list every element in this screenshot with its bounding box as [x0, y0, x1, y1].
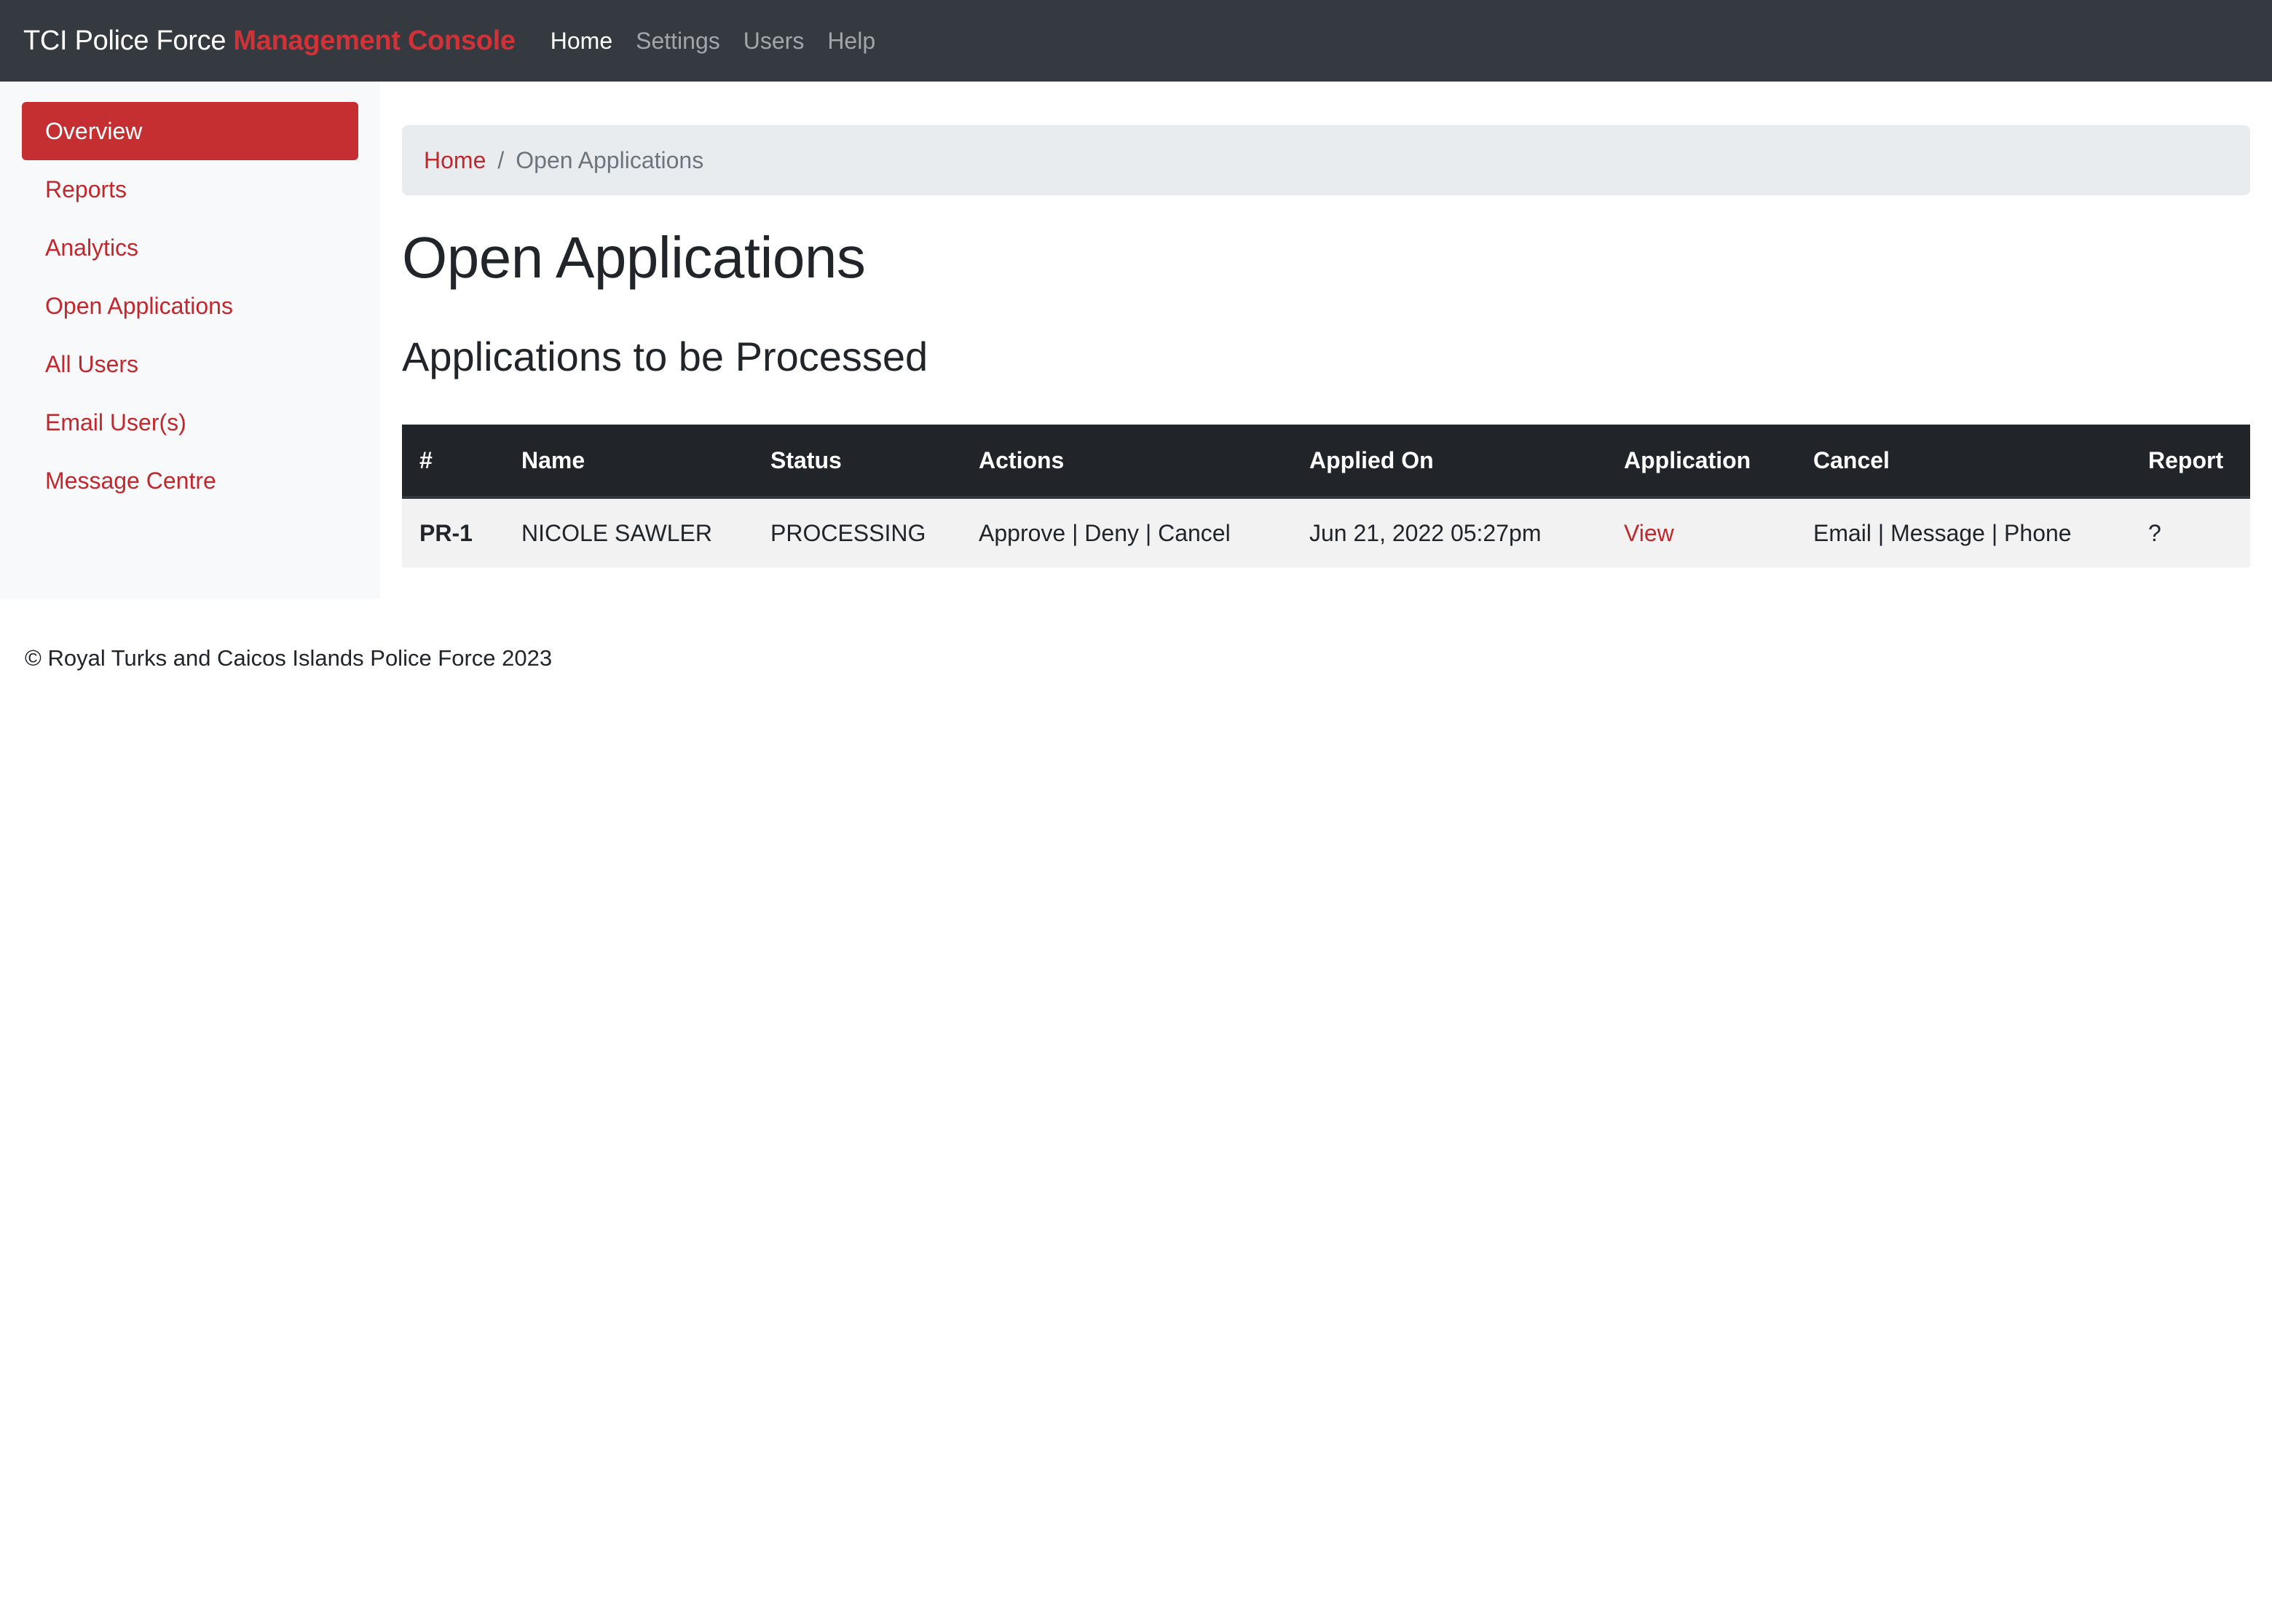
sidebar-item-open-applications[interactable]: Open Applications [22, 277, 358, 335]
sidebar-item-overview[interactable]: Overview [22, 102, 358, 160]
page-title: Open Applications [402, 225, 866, 290]
brand[interactable]: TCI Police Force Management Console [23, 25, 516, 57]
column-header-applied-on: Applied On [1292, 425, 1606, 500]
sidebar: Overview Reports Analytics Open Applicat… [0, 82, 380, 599]
cell-actions[interactable]: Approve | Deny | Cancel [961, 497, 1292, 568]
top-navbar: TCI Police Force Management Console Home… [0, 0, 2272, 82]
breadcrumb: Home / Open Applications [402, 125, 2250, 195]
brand-main: TCI Police Force [23, 25, 234, 56]
cell-name: NICOLE SAWLER [504, 497, 753, 568]
section-title: Applications to be Processed [402, 334, 928, 379]
sidebar-item-email-users[interactable]: Email User(s) [22, 393, 358, 452]
table-header-row: # Name Status Actions Applied On Applica… [402, 425, 2250, 500]
cell-applied-on: Jun 21, 2022 05:27pm [1292, 497, 1606, 568]
column-header-report: Report [2131, 425, 2250, 500]
brand-accent: Management Console [233, 25, 516, 56]
column-header-actions: Actions [961, 425, 1292, 500]
cell-report[interactable]: ? [2131, 497, 2250, 568]
view-application-link[interactable]: View [1624, 520, 1674, 546]
column-header-number: # [402, 425, 504, 500]
column-header-cancel: Cancel [1796, 425, 2131, 500]
footer: © Royal Turks and Caicos Islands Police … [25, 645, 553, 671]
breadcrumb-separator: / [497, 146, 505, 173]
table-row: PR-1 NICOLE SAWLER PROCESSING Approve | … [402, 497, 2250, 568]
nav-settings[interactable]: Settings [636, 28, 720, 55]
sidebar-item-reports[interactable]: Reports [22, 160, 358, 218]
cell-status: PROCESSING [753, 497, 961, 568]
sidebar-item-message-centre[interactable]: Message Centre [22, 452, 358, 510]
column-header-application: Application [1606, 425, 1796, 500]
column-header-name: Name [504, 425, 753, 500]
nav-users[interactable]: Users [743, 28, 805, 55]
applications-table: # Name Status Actions Applied On Applica… [402, 425, 2250, 568]
nav-home[interactable]: Home [551, 28, 612, 55]
breadcrumb-home-link[interactable]: Home [424, 147, 486, 174]
cell-application: View [1606, 497, 1796, 568]
column-header-status: Status [753, 425, 961, 500]
sidebar-item-all-users[interactable]: All Users [22, 335, 358, 393]
cell-id: PR-1 [402, 497, 504, 568]
breadcrumb-current: Open Applications [516, 146, 704, 173]
main-content: Home / Open Applications Open Applicatio… [402, 82, 2250, 568]
sidebar-item-analytics[interactable]: Analytics [22, 218, 358, 277]
nav-help[interactable]: Help [827, 28, 875, 55]
cell-cancel[interactable]: Email | Message | Phone [1796, 497, 2131, 568]
